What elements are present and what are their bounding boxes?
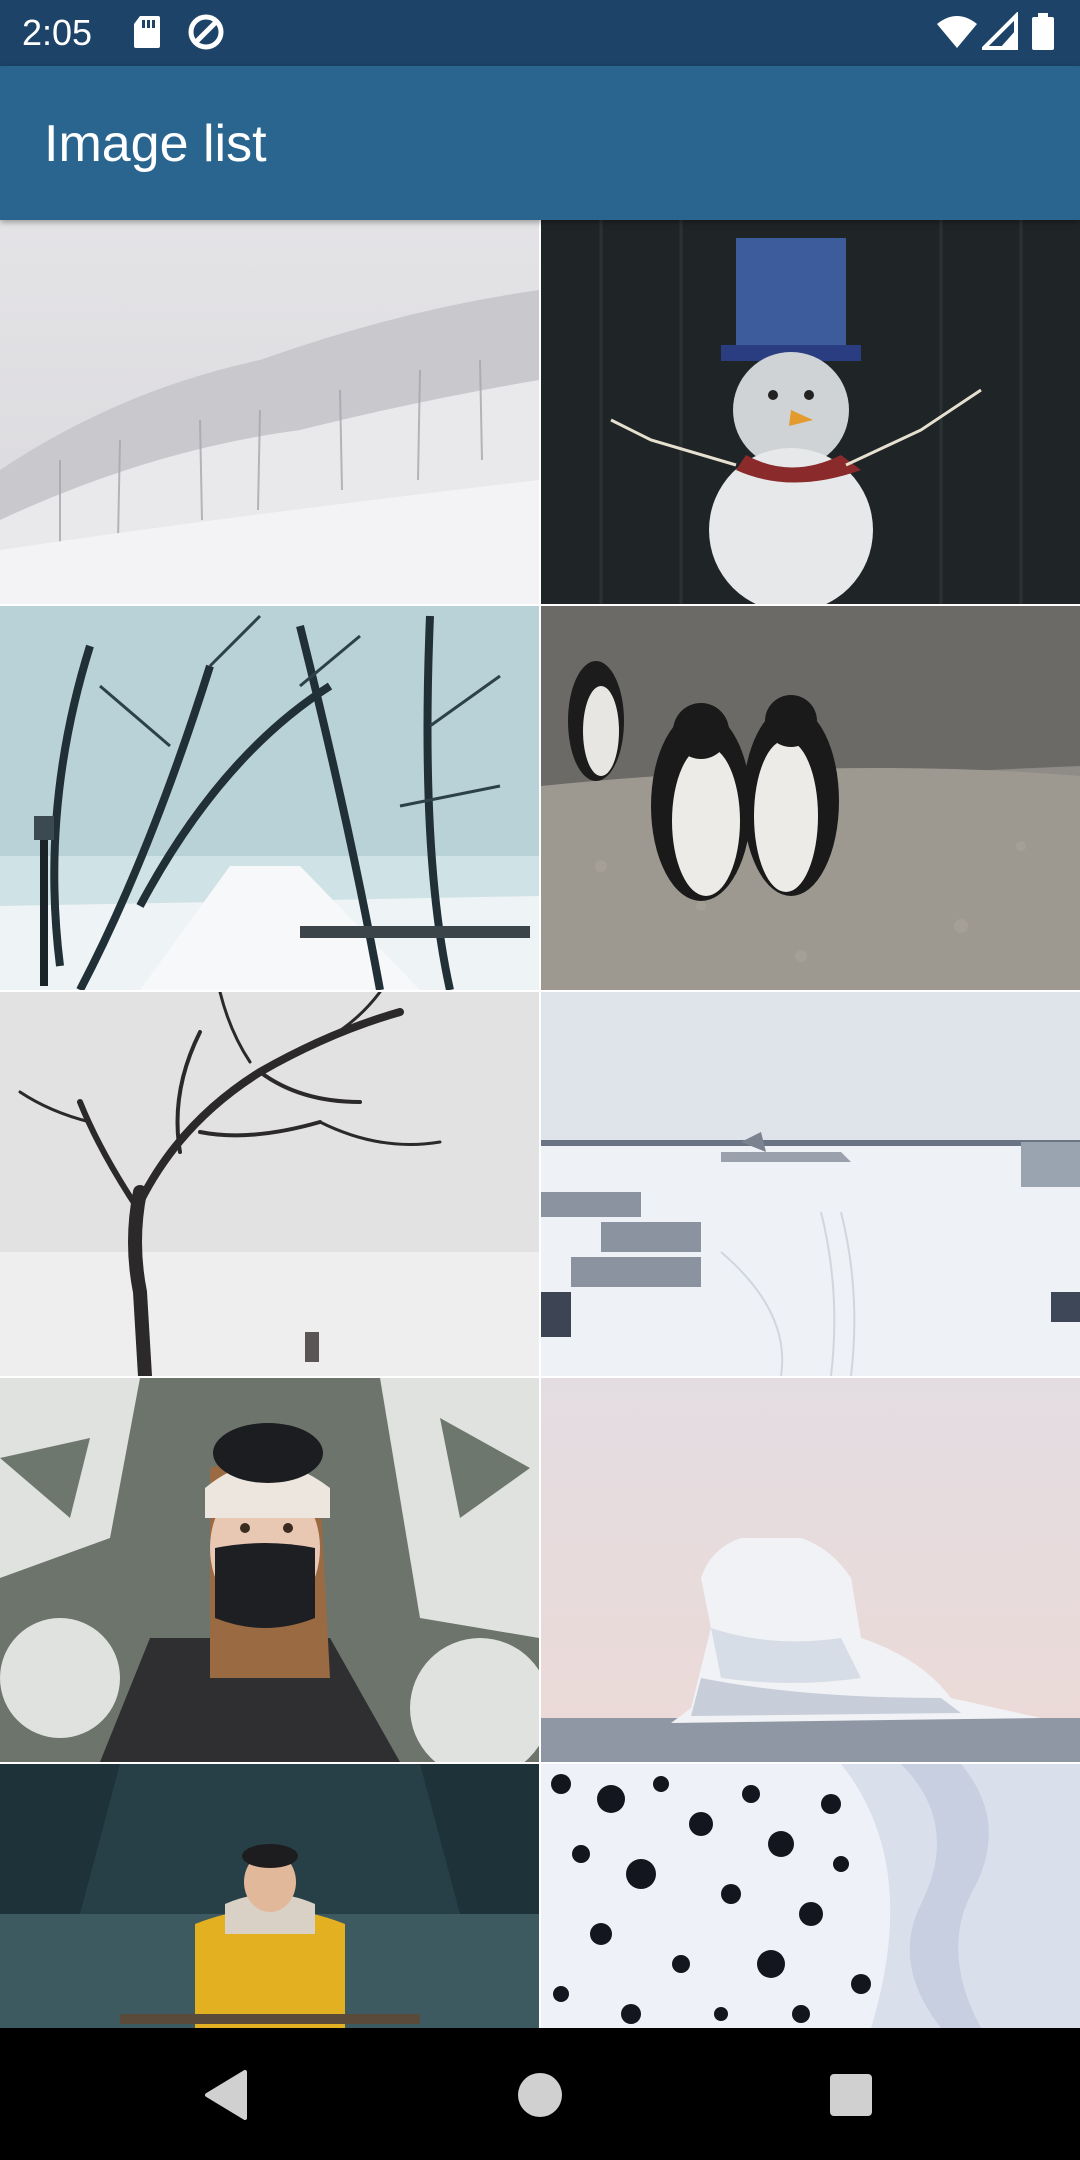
- snowy-airport-image[interactable]: [541, 992, 1080, 1376]
- data-saver-icon: [188, 14, 224, 50]
- bare-tree-in-snow-image[interactable]: [0, 992, 539, 1376]
- back-button[interactable]: [191, 2060, 261, 2130]
- page-title: Image list: [44, 115, 267, 173]
- penguins-image[interactable]: [541, 606, 1080, 990]
- snowy-park-path-image[interactable]: [0, 606, 539, 990]
- battery-icon: [1032, 13, 1054, 50]
- app-bar: Image list: [0, 66, 1080, 220]
- recents-button[interactable]: [816, 2060, 886, 2130]
- woman-in-snow-goggles-image[interactable]: [0, 1378, 539, 1762]
- lit-snowman-decoration-image[interactable]: [541, 220, 1080, 604]
- navigation-bar: [0, 2028, 1080, 2160]
- man-in-yellow-jacket-image[interactable]: [0, 1764, 539, 2028]
- snowy-forest-hillside-image[interactable]: [0, 220, 539, 604]
- iceberg-image[interactable]: [541, 1378, 1080, 1762]
- home-button[interactable]: [505, 2060, 575, 2130]
- image-grid[interactable]: [0, 220, 1080, 2028]
- status-time: 2:05: [22, 12, 93, 53]
- signal-icon: [982, 12, 1018, 50]
- snow-with-dark-spots-image[interactable]: [541, 1764, 1080, 2028]
- status-bar: 2:05: [0, 0, 1080, 66]
- wifi-icon: [937, 16, 977, 48]
- sd-card-icon: [134, 16, 160, 48]
